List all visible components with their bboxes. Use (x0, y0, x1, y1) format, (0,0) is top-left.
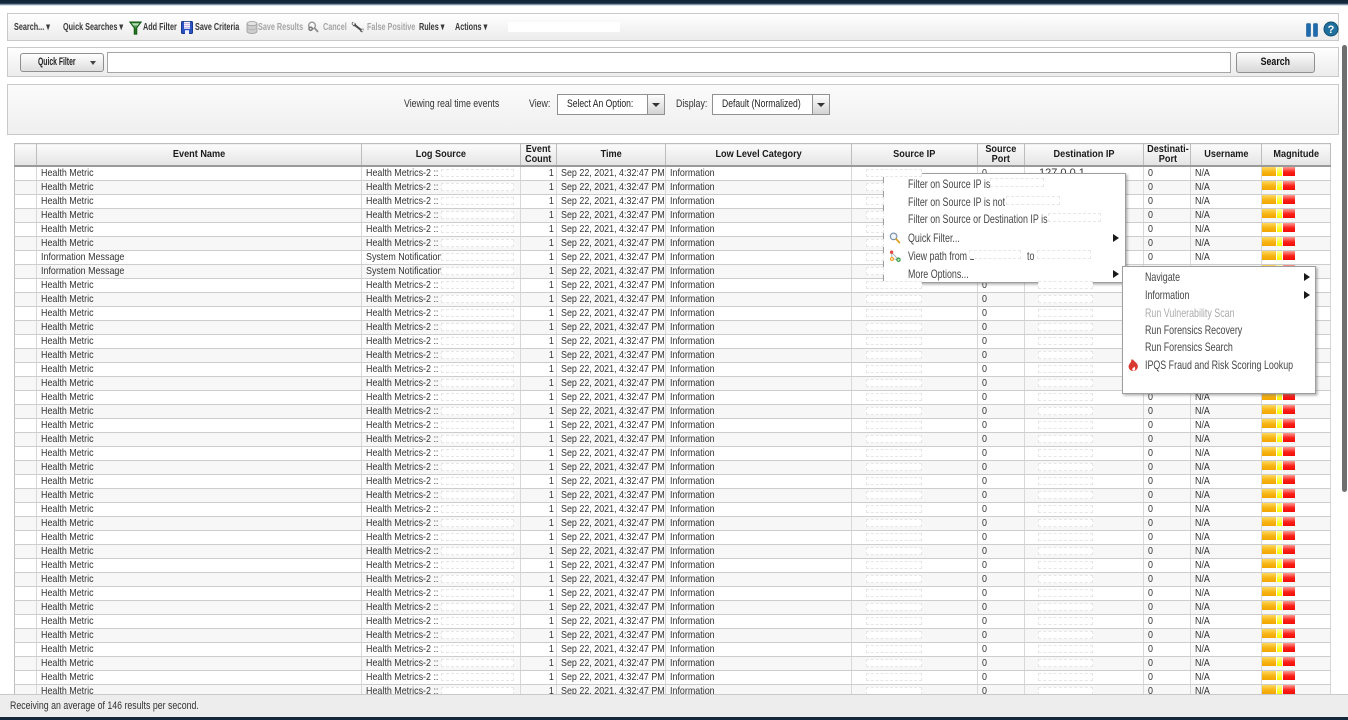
svg-text:?: ? (1328, 24, 1335, 36)
